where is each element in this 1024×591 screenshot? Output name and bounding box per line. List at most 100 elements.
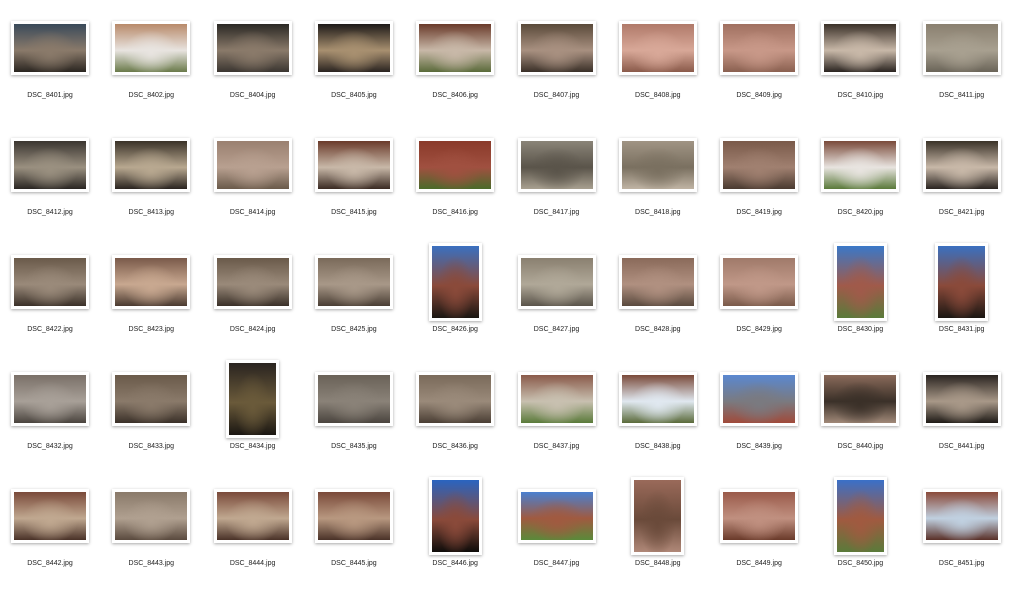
photo-thumbnail[interactable]	[416, 21, 495, 75]
file-thumbnail-item[interactable]: DSC_8433.jpg	[101, 357, 201, 474]
photo-thumbnail[interactable]	[922, 489, 1001, 543]
file-name-label[interactable]: DSC_8412.jpg	[0, 209, 100, 216]
file-name-label[interactable]: DSC_8413.jpg	[101, 209, 201, 216]
file-name-label[interactable]: DSC_8441.jpg	[912, 443, 1012, 450]
file-name-label[interactable]: DSC_8431.jpg	[912, 326, 1012, 333]
file-name-label[interactable]: DSC_8407.jpg	[507, 92, 607, 99]
photo-thumbnail[interactable]	[720, 255, 799, 309]
file-name-label[interactable]: DSC_8409.jpg	[709, 92, 809, 99]
file-thumbnail-item[interactable]: DSC_8422.jpg	[0, 240, 100, 357]
photo-thumbnail[interactable]	[213, 255, 292, 309]
file-name-label[interactable]: DSC_8433.jpg	[101, 443, 201, 450]
file-name-label[interactable]: DSC_8434.jpg	[203, 443, 303, 450]
file-thumbnail-item[interactable]: DSC_8428.jpg	[608, 240, 708, 357]
file-name-label[interactable]: DSC_8406.jpg	[405, 92, 505, 99]
file-thumbnail-item[interactable]: DSC_8420.jpg	[810, 123, 910, 240]
file-name-label[interactable]: DSC_8438.jpg	[608, 443, 708, 450]
file-name-label[interactable]: DSC_8445.jpg	[304, 560, 404, 567]
file-name-label[interactable]: DSC_8423.jpg	[101, 326, 201, 333]
file-name-label[interactable]: DSC_8436.jpg	[405, 443, 505, 450]
file-name-label[interactable]: DSC_8444.jpg	[203, 560, 303, 567]
file-name-label[interactable]: DSC_8419.jpg	[709, 209, 809, 216]
file-thumbnail-item[interactable]: DSC_8444.jpg	[203, 474, 303, 591]
photo-thumbnail[interactable]	[517, 489, 596, 543]
photo-thumbnail[interactable]	[112, 489, 191, 543]
photo-thumbnail[interactable]	[416, 372, 495, 426]
file-thumbnail-item[interactable]: DSC_8426.jpg	[405, 240, 505, 357]
photo-thumbnail[interactable]	[112, 138, 191, 192]
file-thumbnail-item[interactable]: DSC_8408.jpg	[608, 6, 708, 123]
file-name-label[interactable]: DSC_8435.jpg	[304, 443, 404, 450]
file-thumbnail-item[interactable]: DSC_8434.jpg	[203, 357, 303, 474]
file-name-label[interactable]: DSC_8428.jpg	[608, 326, 708, 333]
file-thumbnail-item[interactable]: DSC_8416.jpg	[405, 123, 505, 240]
file-thumbnail-item[interactable]: DSC_8409.jpg	[709, 6, 809, 123]
photo-thumbnail[interactable]	[11, 21, 89, 75]
photo-thumbnail[interactable]	[720, 372, 799, 426]
photo-thumbnail[interactable]	[720, 138, 799, 192]
file-thumbnail-item[interactable]: DSC_8421.jpg	[912, 123, 1012, 240]
file-thumbnail-item[interactable]: DSC_8405.jpg	[304, 6, 404, 123]
photo-thumbnail[interactable]	[922, 138, 1001, 192]
photo-thumbnail[interactable]	[314, 372, 393, 426]
file-thumbnail-item[interactable]: DSC_8424.jpg	[203, 240, 303, 357]
file-name-label[interactable]: DSC_8408.jpg	[608, 92, 708, 99]
file-name-label[interactable]: DSC_8420.jpg	[810, 209, 910, 216]
file-thumbnail-item[interactable]: DSC_8430.jpg	[810, 240, 910, 357]
photo-thumbnail[interactable]	[314, 138, 393, 192]
file-thumbnail-item[interactable]: DSC_8437.jpg	[507, 357, 607, 474]
file-name-label[interactable]: DSC_8422.jpg	[0, 326, 100, 333]
photo-thumbnail[interactable]	[821, 372, 900, 426]
photo-thumbnail[interactable]	[618, 372, 697, 426]
file-name-label[interactable]: DSC_8449.jpg	[709, 560, 809, 567]
photo-thumbnail[interactable]	[833, 477, 887, 555]
file-name-label[interactable]: DSC_8418.jpg	[608, 209, 708, 216]
photo-thumbnail[interactable]	[833, 243, 887, 321]
file-name-label[interactable]: DSC_8415.jpg	[304, 209, 404, 216]
photo-thumbnail[interactable]	[11, 255, 89, 309]
file-thumbnail-item[interactable]: DSC_8427.jpg	[507, 240, 607, 357]
photo-thumbnail[interactable]	[112, 372, 191, 426]
file-thumbnail-item[interactable]: DSC_8450.jpg	[810, 474, 910, 591]
photo-thumbnail[interactable]	[922, 21, 1001, 75]
file-name-label[interactable]: DSC_8429.jpg	[709, 326, 809, 333]
file-name-label[interactable]: DSC_8447.jpg	[507, 560, 607, 567]
file-name-label[interactable]: DSC_8424.jpg	[203, 326, 303, 333]
photo-thumbnail[interactable]	[11, 138, 89, 192]
photo-thumbnail[interactable]	[517, 372, 596, 426]
file-thumbnail-item[interactable]: DSC_8431.jpg	[912, 240, 1012, 357]
file-name-label[interactable]: DSC_8437.jpg	[507, 443, 607, 450]
file-name-label[interactable]: DSC_8427.jpg	[507, 326, 607, 333]
photo-thumbnail[interactable]	[416, 138, 495, 192]
file-thumbnail-item[interactable]: DSC_8423.jpg	[101, 240, 201, 357]
file-name-label[interactable]: DSC_8417.jpg	[507, 209, 607, 216]
file-thumbnail-item[interactable]: DSC_8432.jpg	[0, 357, 100, 474]
file-thumbnail-item[interactable]: DSC_8412.jpg	[0, 123, 100, 240]
photo-thumbnail[interactable]	[720, 21, 799, 75]
file-thumbnail-item[interactable]: DSC_8439.jpg	[709, 357, 809, 474]
file-thumbnail-item[interactable]: DSC_8401.jpg	[0, 6, 100, 123]
file-name-label[interactable]: DSC_8414.jpg	[203, 209, 303, 216]
photo-thumbnail[interactable]	[935, 243, 989, 321]
photo-thumbnail[interactable]	[11, 372, 89, 426]
file-thumbnail-item[interactable]: DSC_8406.jpg	[405, 6, 505, 123]
file-thumbnail-item[interactable]: DSC_8446.jpg	[405, 474, 505, 591]
photo-thumbnail[interactable]	[618, 138, 697, 192]
photo-thumbnail[interactable]	[517, 21, 596, 75]
file-thumbnail-item[interactable]: DSC_8418.jpg	[608, 123, 708, 240]
file-thumbnail-item[interactable]: DSC_8419.jpg	[709, 123, 809, 240]
file-name-label[interactable]: DSC_8440.jpg	[810, 443, 910, 450]
photo-thumbnail[interactable]	[821, 138, 900, 192]
file-thumbnail-item[interactable]: DSC_8448.jpg	[608, 474, 708, 591]
file-thumbnail-item[interactable]: DSC_8411.jpg	[912, 6, 1012, 123]
file-thumbnail-item[interactable]: DSC_8442.jpg	[0, 474, 100, 591]
file-name-label[interactable]: DSC_8448.jpg	[608, 560, 708, 567]
file-name-label[interactable]: DSC_8446.jpg	[405, 560, 505, 567]
file-thumbnail-item[interactable]: DSC_8404.jpg	[203, 6, 303, 123]
file-thumbnail-item[interactable]: DSC_8447.jpg	[507, 474, 607, 591]
file-name-label[interactable]: DSC_8416.jpg	[405, 209, 505, 216]
file-name-label[interactable]: DSC_8430.jpg	[810, 326, 910, 333]
file-thumbnail-item[interactable]: DSC_8436.jpg	[405, 357, 505, 474]
file-thumbnail-item[interactable]: DSC_8445.jpg	[304, 474, 404, 591]
file-thumbnail-item[interactable]: DSC_8440.jpg	[810, 357, 910, 474]
